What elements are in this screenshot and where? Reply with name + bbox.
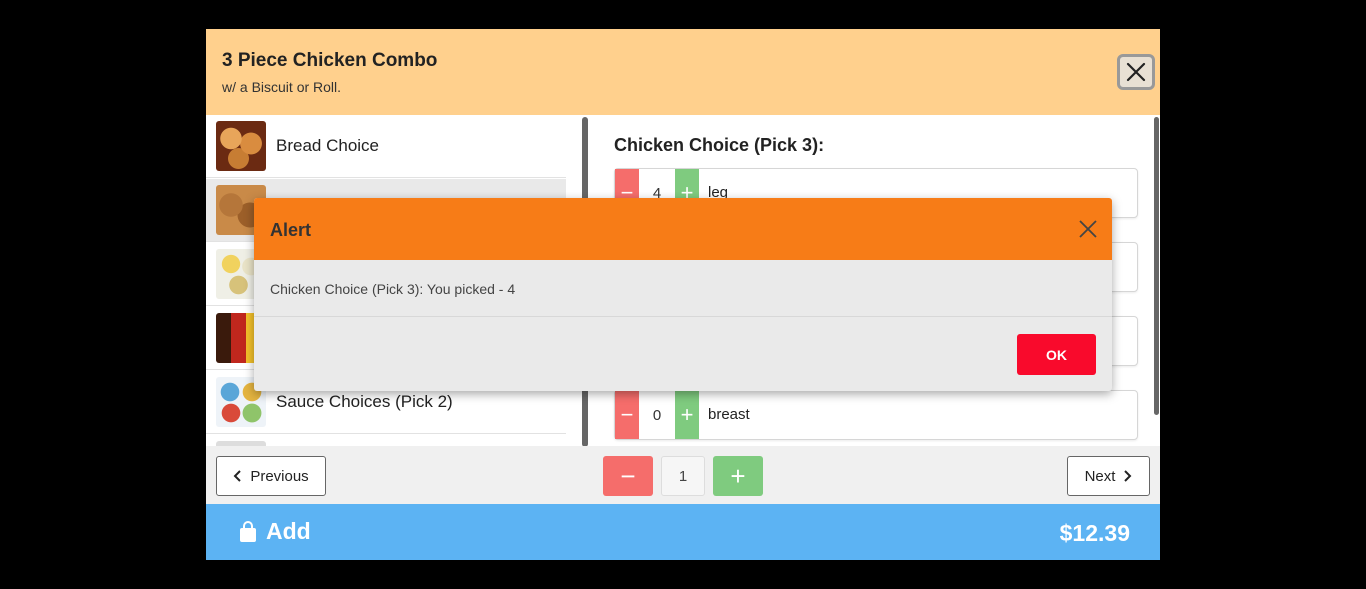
category-item-more[interactable] bbox=[206, 435, 566, 446]
alert-title: Alert bbox=[270, 220, 312, 240]
option-increment-button[interactable]: + bbox=[675, 391, 699, 439]
total-price: $12.39 bbox=[1059, 520, 1130, 546]
chevron-right-icon bbox=[1124, 470, 1132, 482]
next-label: Next bbox=[1084, 467, 1116, 485]
options-scrollbar[interactable] bbox=[1154, 117, 1159, 415]
quantity-value[interactable]: 1 bbox=[661, 456, 705, 496]
modal-header: 3 Piece Chicken Combo w/ a Biscuit or Ro… bbox=[206, 29, 1160, 115]
alert-close-button[interactable] bbox=[1076, 217, 1100, 241]
bread-thumbnail bbox=[216, 121, 266, 171]
category-item-bread[interactable]: Bread Choice bbox=[206, 115, 566, 178]
shopping-bag-icon bbox=[240, 520, 256, 542]
add-label: Add bbox=[266, 518, 311, 544]
add-button[interactable]: Add bbox=[239, 518, 311, 545]
minus-icon: − bbox=[620, 402, 634, 427]
plus-icon: + bbox=[730, 460, 746, 491]
alert-body: Chicken Choice (Pick 3): You picked - 4 bbox=[254, 260, 1112, 317]
minus-icon: − bbox=[620, 460, 636, 491]
alert-header: Alert bbox=[254, 198, 1112, 260]
ok-button[interactable]: OK bbox=[1017, 334, 1096, 375]
category-label: Sauce Choices (Pick 2) bbox=[276, 392, 453, 411]
chevron-left-icon bbox=[233, 470, 242, 482]
alert-message: Chicken Choice (Pick 3): You picked - 4 bbox=[270, 281, 516, 297]
add-to-cart-bar[interactable]: Add $12.39 bbox=[206, 504, 1160, 560]
previous-label: Previous bbox=[250, 467, 309, 485]
plus-icon: + bbox=[680, 402, 694, 427]
option-row-breast: − 0 + breast bbox=[614, 390, 1138, 440]
product-subtitle: w/ a Biscuit or Roll. bbox=[222, 79, 342, 95]
option-quantity: 0 bbox=[652, 406, 662, 424]
alert-dialog: Alert Chicken Choice (Pick 3): You picke… bbox=[254, 198, 1112, 391]
close-icon bbox=[1079, 220, 1097, 238]
product-title: 3 Piece Chicken Combo bbox=[222, 50, 438, 71]
category-label: Bread Choice bbox=[276, 136, 380, 155]
option-name: breast bbox=[708, 406, 750, 423]
quantity-increment-button[interactable]: + bbox=[713, 456, 763, 496]
modal-footer: Previous − 1 + Next bbox=[206, 446, 1160, 504]
section-title: Chicken Choice (Pick 3): bbox=[614, 135, 825, 155]
close-icon bbox=[1126, 62, 1146, 82]
quantity-decrement-button[interactable]: − bbox=[603, 456, 653, 496]
modal-close-button[interactable] bbox=[1117, 54, 1155, 90]
next-button[interactable]: Next bbox=[1067, 456, 1150, 496]
option-decrement-button[interactable]: − bbox=[615, 391, 639, 439]
previous-button[interactable]: Previous bbox=[216, 456, 326, 496]
